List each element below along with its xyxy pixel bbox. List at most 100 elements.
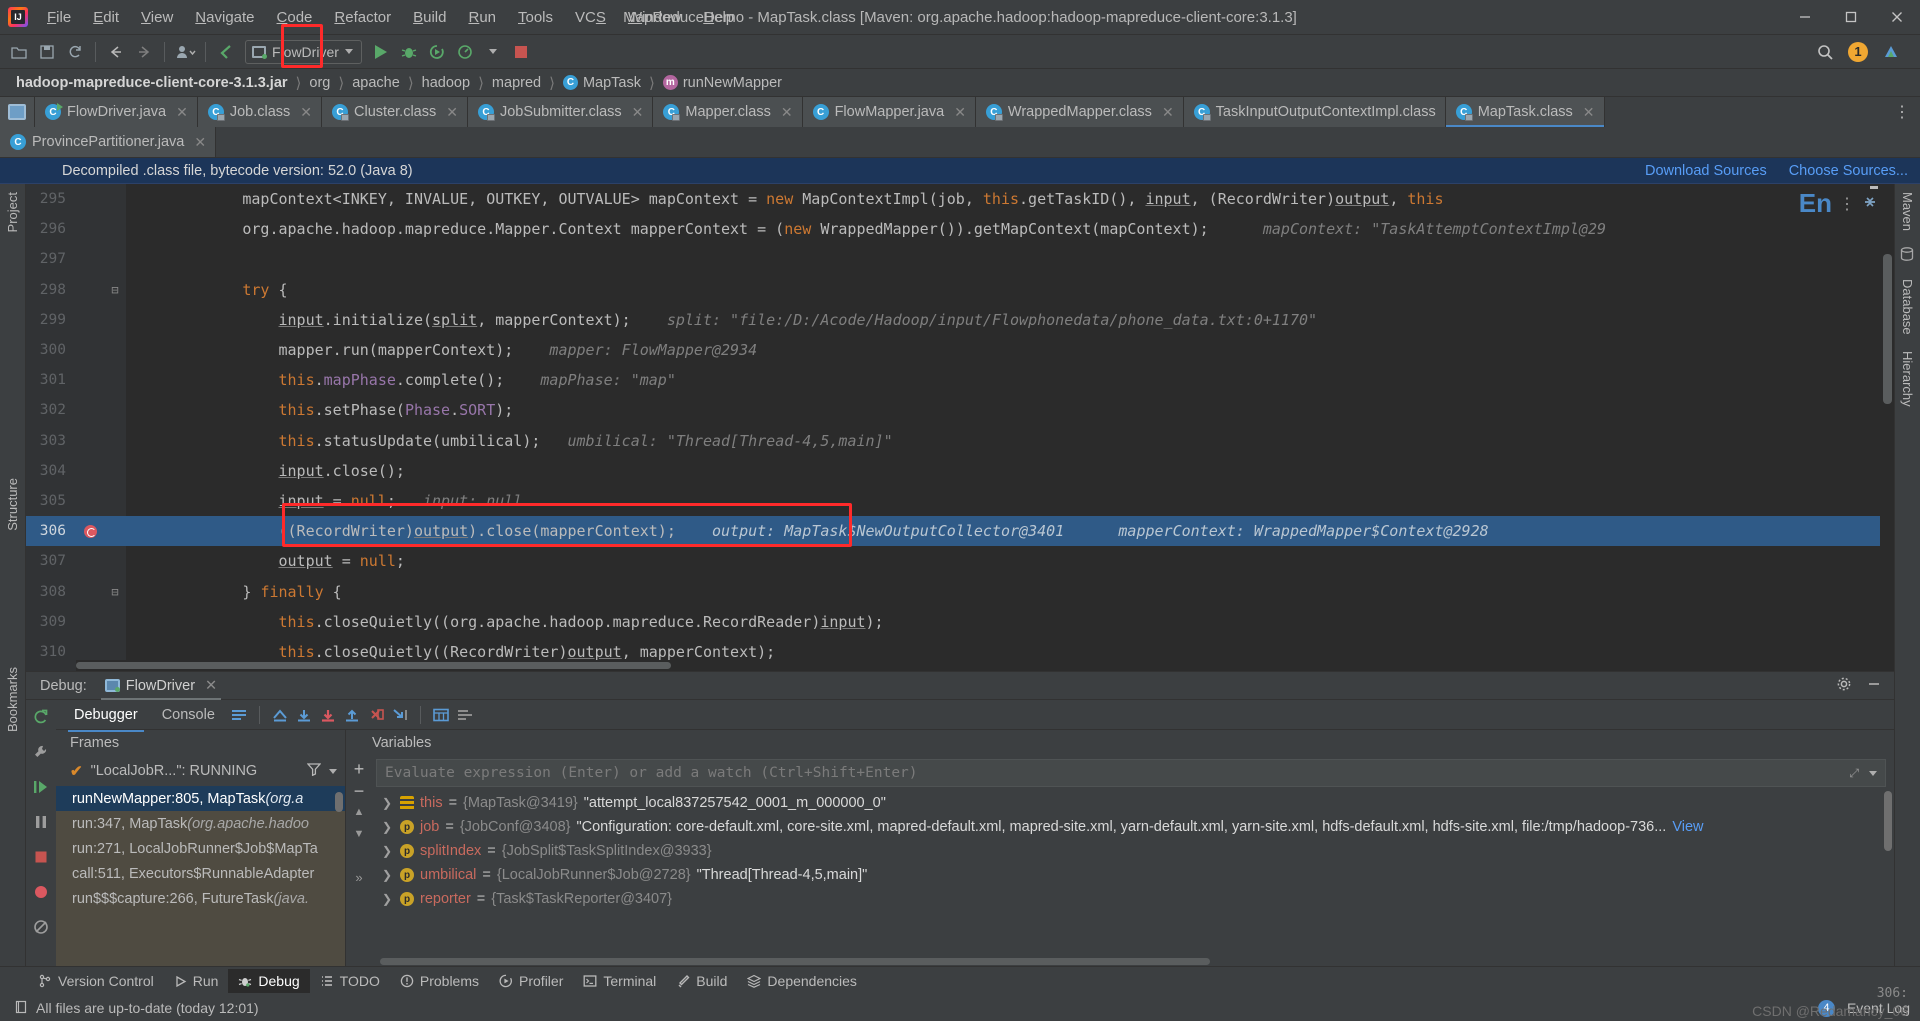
maximize-button[interactable] [1828,0,1874,35]
close-icon[interactable]: ✕ [176,104,188,121]
run-with-coverage-icon[interactable] [424,39,450,65]
tab-wrappedmapper-class[interactable]: C WrappedMapper.class ✕ [975,97,1184,127]
breakpoint-gutter[interactable] [76,184,104,215]
menu-file[interactable]: File [36,5,82,30]
menu-code[interactable]: Code [266,5,324,30]
fold-gutter[interactable] [104,455,126,486]
breakpoint-gutter[interactable] [76,395,104,426]
settings-list-icon[interactable] [453,704,477,726]
tab-job-class[interactable]: C Job.class ✕ [197,97,323,127]
run-to-cursor-icon[interactable] [388,704,412,726]
breadcrumb-item-maptask[interactable]: C MapTask [561,75,643,91]
language-indicator[interactable]: En [1799,188,1832,219]
breakpoint-icon[interactable] [76,516,104,547]
inspections-icon[interactable]: ⋮ [1839,194,1855,213]
thread-selector[interactable]: ✔ "LocalJobR...": RUNNING [56,756,345,786]
bottom-tab-run[interactable]: Run [164,969,229,993]
update-project-icon[interactable] [172,39,198,65]
close-icon[interactable]: ✕ [781,104,793,121]
download-sources-link[interactable]: Download Sources [1645,163,1767,179]
tab-flowmapper-java[interactable]: C FlowMapper.java ✕ [802,97,976,127]
menu-help[interactable]: Help [692,5,745,30]
code-line[interactable]: 303 this.statusUpdate(umbilical); umbili… [26,425,1894,456]
menu-run[interactable]: Run [457,5,507,30]
bottom-tab-problems[interactable]: Problems [390,969,489,993]
variables-scrollbar-h[interactable] [380,958,1210,965]
code-line[interactable]: 297 [26,244,1894,275]
code-editor[interactable]: 295 mapContext<INKEY, INVALUE, OUTKEY, O… [26,184,1894,671]
code-line-selected[interactable]: 306 ((RecordWriter)output).close(mapperC… [26,516,1894,547]
code-line[interactable]: 295 mapContext<INKEY, INVALUE, OUTKEY, O… [26,184,1894,215]
frame-item[interactable]: run$$$capture:266, FutureTask (java. [56,886,345,911]
close-icon[interactable]: ✕ [205,678,217,694]
close-icon[interactable]: ✕ [300,104,312,121]
minus-icon[interactable]: − [354,782,365,800]
more-options-icon[interactable]: ⋮ [1884,97,1920,127]
fold-gutter[interactable] [104,486,126,517]
forward-icon[interactable] [131,39,157,65]
save-all-icon[interactable] [34,39,60,65]
mute-breakpoints-icon[interactable] [32,918,50,941]
close-icon[interactable]: ✕ [632,104,644,121]
breakpoint-gutter[interactable] [76,365,104,396]
settings-wrench-icon[interactable] [32,743,50,766]
sidebar-item-hierarchy[interactable]: Hierarchy [1897,343,1918,415]
bottom-tab-debug[interactable]: Debug [228,969,310,993]
code-line[interactable]: 301 this.mapPhase.complete(); mapPhase: … [26,365,1894,396]
breadcrumb-item-runnewmapper[interactable]: m runNewMapper [661,75,784,91]
fold-gutter[interactable] [104,214,126,245]
code-line[interactable]: 307 output = null; [26,546,1894,577]
menu-vcs[interactable]: VCS [564,5,617,30]
breakpoint-gutter[interactable] [76,274,104,305]
force-step-into-icon[interactable] [340,704,364,726]
tab-flowdriver-java[interactable]: C FlowDriver.java ✕ [35,97,198,127]
breakpoint-gutter[interactable] [76,425,104,456]
fold-toggle-icon[interactable]: ⊟ [104,274,126,305]
fold-gutter[interactable] [104,365,126,396]
run-configuration-selector[interactable]: FlowDriver [245,39,362,64]
close-button[interactable] [1874,0,1920,35]
variable-row[interactable]: ❯ p job = {JobConf@3408} "Configuration: c… [372,815,1894,839]
code-line[interactable]: 296 org.apache.hadoop.mapreduce.Mapper.C… [26,214,1894,245]
breadcrumb-item-apache[interactable]: apache [350,75,402,91]
breadcrumb-item-jar[interactable]: hadoop-mapreduce-client-core-3.1.3.jar [14,75,290,91]
profile-icon[interactable] [452,39,478,65]
show-execution-point-icon[interactable] [268,704,292,726]
fold-gutter[interactable] [104,395,126,426]
close-icon[interactable]: ✕ [1583,104,1595,121]
code-line[interactable]: 308 ⊟ } finally { [26,576,1894,607]
chevron-down-icon[interactable]: ▼ [354,828,365,840]
frame-item[interactable]: run:347, MapTask (org.apache.hadoo [56,811,345,836]
expand-editor-icon[interactable]: ⤢ [1849,766,1859,781]
run-button[interactable] [368,39,394,65]
open-project-icon[interactable] [6,39,32,65]
menu-build[interactable]: Build [402,5,457,30]
close-icon[interactable]: ✕ [1162,104,1174,121]
filter-icon[interactable] [306,762,322,780]
database-icon[interactable] [1899,246,1917,264]
code-line[interactable]: 304 input.close(); [26,455,1894,486]
fold-gutter[interactable] [104,335,126,366]
bottom-tab-version-control[interactable]: Version Control [28,969,164,993]
sidebar-item-project[interactable]: Project [2,184,23,240]
code-line[interactable]: 299 input.initialize(split, mapperContex… [26,304,1894,335]
stop-button[interactable] [508,39,534,65]
bottom-tab-dependencies[interactable]: Dependencies [737,969,867,993]
tab-mapper-class[interactable]: C Mapper.class ✕ [653,97,803,127]
breadcrumb-item-mapred[interactable]: mapred [490,75,543,91]
code-line[interactable]: 298 ⊟ try { [26,274,1894,305]
tab-maptask-class[interactable]: C MapTask.class ✕ [1445,97,1605,127]
breakpoint-gutter[interactable] [76,335,104,366]
variable-view-link[interactable]: View [1672,819,1703,835]
editor-vertical-scrollbar[interactable] [1880,184,1894,671]
debug-button[interactable] [396,39,422,65]
variable-row[interactable]: ❯ p umbilical = {LocalJobRunner$Job@2728} … [372,863,1894,887]
tab-console[interactable]: Console [150,703,227,727]
debug-session-tab[interactable]: FlowDriver ✕ [97,675,225,700]
sidebar-item-database[interactable]: Database [1897,271,1918,343]
step-over-icon[interactable] [292,704,316,726]
code-line[interactable]: 302 this.setPhase(Phase.SORT); [26,395,1894,426]
close-icon[interactable]: ✕ [194,134,206,151]
chevron-right-icon[interactable]: ❯ [382,892,394,906]
minimize-icon[interactable] [1866,676,1882,696]
